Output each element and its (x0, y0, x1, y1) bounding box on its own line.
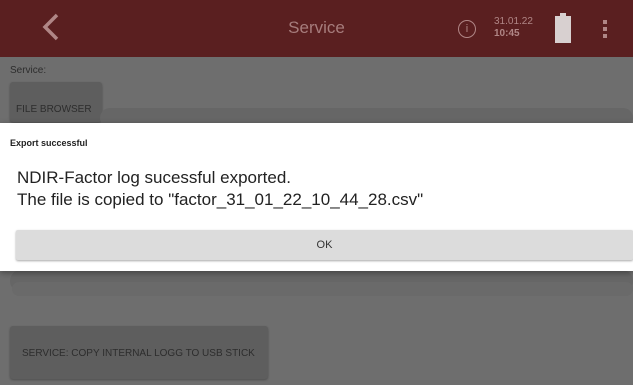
copy-log-usb-label: SERVICE: COPY INTERNAL LOGG TO USB STICK (22, 348, 255, 359)
time-text: 10:45 (494, 28, 520, 39)
datetime: 31.01.22 10:45 (494, 16, 533, 40)
background-panel-bottom (12, 282, 633, 296)
battery-icon (555, 13, 571, 43)
file-browser-button[interactable]: FILE BROWSER (10, 82, 102, 122)
more-vert-icon[interactable] (603, 20, 607, 38)
service-label: Service: (10, 65, 47, 76)
dialog-title: Export successful (10, 138, 88, 148)
ok-button[interactable]: OK (16, 230, 633, 260)
dialog-message: NDIR-Factor log sucessful exported. The … (17, 167, 423, 211)
info-icon[interactable]: i (458, 20, 476, 38)
page-title: Service (288, 18, 345, 37)
dialog-message-line2: The file is copied to "factor_31_01_22_1… (17, 190, 424, 209)
dialog-message-line1: NDIR-Factor log sucessful exported. (17, 168, 291, 187)
date-text: 31.01.22 (494, 16, 533, 27)
copy-log-usb-button[interactable]: SERVICE: COPY INTERNAL LOGG TO USB STICK (10, 326, 268, 379)
file-browser-label: FILE BROWSER (16, 104, 92, 115)
app-bar: Service i 31.01.22 10:45 (0, 0, 633, 57)
export-dialog: Export successful NDIR-Factor log sucess… (0, 123, 633, 271)
